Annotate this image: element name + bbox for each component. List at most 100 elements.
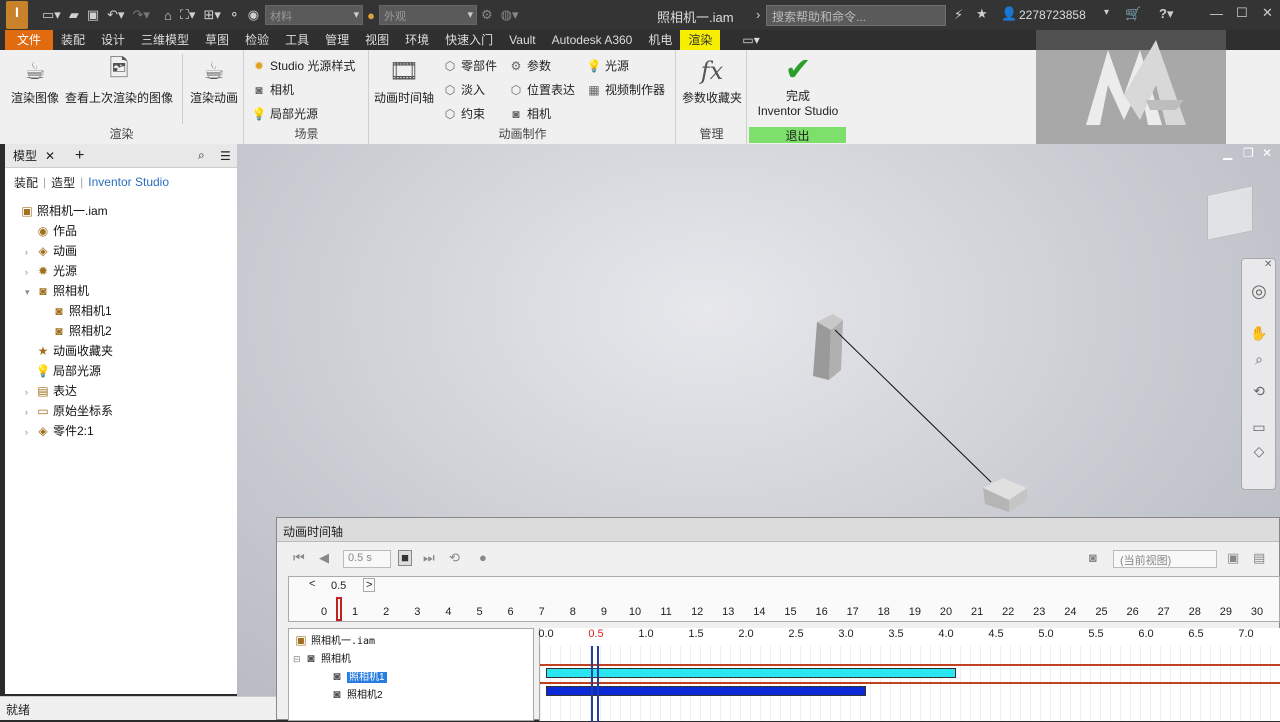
tree-item[interactable]: ▾ ◙ 照相机	[25, 282, 89, 299]
undo-icon[interactable]: ↶▾	[107, 7, 124, 23]
subtab-assembly[interactable]: 装配	[14, 174, 38, 191]
video-producer-button[interactable]: ▦ 视频制作器	[586, 81, 665, 98]
maximize-icon[interactable]: ☐	[1236, 5, 1248, 21]
add-camera-icon[interactable]: ▣	[1227, 550, 1239, 566]
viewcube[interactable]	[1207, 185, 1253, 241]
save-icon[interactable]: ▣	[87, 7, 99, 23]
go-end-icon[interactable]: ⏭	[423, 550, 435, 566]
time-input[interactable]: 0.5 s	[343, 550, 391, 568]
look-at-icon[interactable]: ▭	[1250, 419, 1268, 436]
tab-a360[interactable]: Autodesk A360	[544, 30, 641, 50]
time-back-button[interactable]: <	[309, 578, 315, 590]
steering-wheel-icon[interactable]: ◎	[1250, 281, 1268, 302]
go-start-icon[interactable]: ⏮	[293, 550, 305, 566]
minimize-icon[interactable]: —	[1210, 6, 1223, 21]
render-animation-button[interactable]: ☕ 渲染动画	[188, 56, 240, 106]
new-file-icon[interactable]: ▭▾	[42, 7, 61, 23]
viewport-close-icon[interactable]: ✕	[1262, 146, 1272, 160]
timeline-camera2[interactable]: ◙ 照相机2	[329, 686, 382, 701]
tab-3d-model[interactable]: 三维模型	[133, 30, 197, 50]
tab-vault[interactable]: Vault	[501, 30, 543, 50]
favorite-star-icon[interactable]: ★	[976, 6, 988, 22]
scene-camera-button[interactable]: ◙ 相机	[251, 81, 294, 98]
expand-icon[interactable]: ›	[25, 247, 35, 257]
tab-tools[interactable]: 工具	[277, 30, 317, 50]
tab-manage[interactable]: 管理	[317, 30, 357, 50]
expand-icon[interactable]: ›	[25, 267, 35, 277]
timeline-ruler[interactable]: < 0.5 > 0 1 2 3 4 5 6 7 8 9 10 11 12 13 14 15 16 17 18 19 20…	[288, 576, 1280, 622]
timeline-camera-group[interactable]: ⊟ ◙ 照相机	[293, 650, 351, 665]
play-reverse-icon[interactable]: ◀	[319, 550, 329, 566]
component-button[interactable]: ⬡ 零部件	[442, 57, 497, 74]
stop-icon[interactable]: ■	[398, 550, 412, 566]
tab-get-started[interactable]: 快速入门	[437, 30, 501, 50]
select-icon[interactable]: ⊞▾	[203, 7, 220, 23]
animation-timeline-button[interactable]: 🎞 动画时间轴	[372, 56, 436, 106]
orbit-icon[interactable]: ⟲	[1250, 383, 1268, 400]
browser-menu-icon[interactable]: ☰	[220, 149, 231, 163]
appearance-combo[interactable]: 外观	[378, 5, 477, 25]
tab-view[interactable]: 视图	[357, 30, 397, 50]
render-image-button[interactable]: ☕ 渲染图像	[8, 56, 62, 106]
fade-button[interactable]: ⬡ 淡入	[442, 81, 485, 98]
timeline-root[interactable]: ▣ 照相机一.iam	[293, 632, 375, 647]
tree-item[interactable]: ◉ 作品	[25, 222, 77, 239]
repeat-icon[interactable]: ⟲	[449, 550, 460, 566]
tab-inspect[interactable]: 检验	[237, 30, 277, 50]
cart-icon[interactable]: 🛒	[1125, 6, 1141, 22]
zoom-icon[interactable]: ⌕	[1250, 351, 1268, 368]
ribbon-display-toggle[interactable]: ▭▾	[734, 30, 767, 50]
measure-icon[interactable]: ⚬	[229, 7, 240, 23]
tree-item[interactable]: › ◈ 零件2:1	[25, 422, 94, 439]
material-combo[interactable]: 材料	[265, 5, 364, 25]
color-sphere-icon[interactable]: ◉	[248, 7, 259, 23]
view-combo[interactable]: (当前视图)	[1113, 550, 1217, 568]
tab-electromechanical[interactable]: 机电	[640, 30, 680, 50]
browser-search-icon[interactable]: ⌕	[198, 148, 205, 163]
studio-light-style-button[interactable]: ✹ Studio 光源样式	[251, 57, 355, 74]
tree-item[interactable]: › ◈ 动画	[25, 242, 77, 259]
help-search-input[interactable]: 搜索帮助和命令...	[766, 5, 946, 26]
tab-assemble[interactable]: 装配	[53, 30, 93, 50]
binoculars-icon[interactable]: ⚡	[954, 7, 963, 23]
inventor-app-icon[interactable]: I	[6, 1, 28, 29]
constraint-button[interactable]: ⬡ 约束	[442, 105, 485, 122]
viewport-minimize-icon[interactable]: ▁	[1223, 146, 1232, 160]
tab-model[interactable]: 模型	[13, 147, 37, 164]
timeline-tracks[interactable]: 0.0 0.5 1.0 1.5 2.0 2.5 3.0 3.5 4.0 4.5 5.0 5.5 6.0 6…	[538, 628, 1280, 722]
viewport-restore-icon[interactable]: ❐	[1243, 146, 1254, 160]
tree-item[interactable]: 💡 局部光源	[25, 362, 102, 379]
anim-light-button[interactable]: 💡 光源	[586, 57, 630, 74]
tab-file[interactable]: 文件	[5, 30, 53, 50]
clear-icon[interactable]: ◍▾	[501, 7, 519, 23]
help-icon[interactable]: ?▾	[1159, 6, 1173, 22]
navbar-close-icon[interactable]: ✕	[1264, 259, 1272, 270]
tree-item[interactable]: ★ 动画收藏夹	[25, 342, 113, 359]
tab-sketch[interactable]: 草图	[197, 30, 237, 50]
user-dropdown-icon[interactable]: ▾	[1104, 7, 1109, 18]
tab-render[interactable]: 渲染	[680, 30, 721, 50]
collapse-icon[interactable]: ▾	[25, 287, 35, 298]
close-icon[interactable]: ✕	[1262, 5, 1273, 21]
expand-icon[interactable]: ›	[25, 387, 35, 397]
open-folder-icon[interactable]: ▰	[69, 7, 79, 23]
tree-item[interactable]: › ▭ 原始坐标系	[25, 402, 113, 419]
subtab-inventor-studio[interactable]: Inventor Studio	[88, 175, 169, 189]
view-face-icon[interactable]: ◇	[1250, 443, 1268, 460]
parameters-button[interactable]: ⚙ 参数	[508, 57, 551, 74]
appearance-ball-icon[interactable]: ●	[367, 8, 375, 23]
playhead-marker[interactable]	[336, 597, 342, 621]
finish-studio-button[interactable]: ✔ 完成 Inventor Studio	[750, 51, 846, 118]
tree-item[interactable]: › ▤ 表达	[25, 382, 77, 399]
local-light-button[interactable]: 💡 局部光源	[251, 105, 319, 122]
search-arrow-icon[interactable]: ›	[756, 7, 760, 22]
tree-item[interactable]: ▣ 照相机一.iam	[9, 202, 107, 219]
track-playhead[interactable]	[591, 646, 599, 722]
pan-icon[interactable]: ✋	[1250, 325, 1268, 342]
animation-track-bar[interactable]	[546, 668, 956, 678]
tree-item[interactable]: ◙ 照相机2	[41, 322, 111, 339]
adjust-icon[interactable]: ⚙	[481, 7, 493, 23]
camera-icon[interactable]: ◙	[1089, 550, 1097, 565]
record-icon[interactable]: ●	[479, 550, 487, 565]
tab-design[interactable]: 设计	[93, 30, 133, 50]
